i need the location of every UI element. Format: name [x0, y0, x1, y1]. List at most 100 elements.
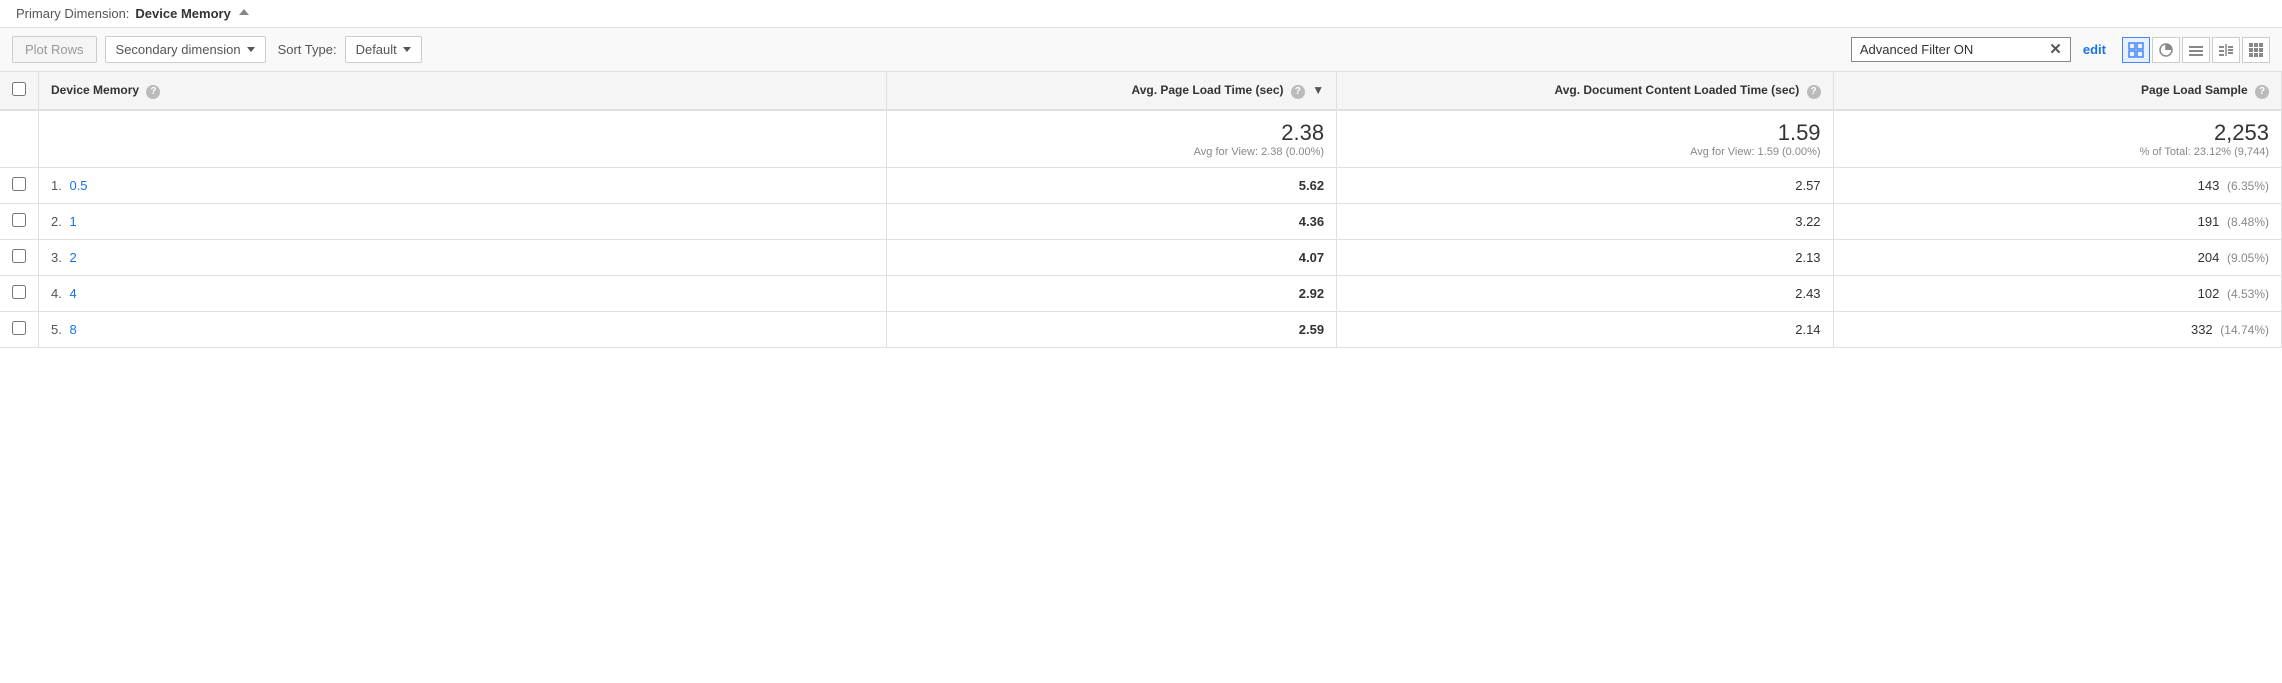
row-checkbox-2[interactable] [12, 249, 26, 263]
row-checkbox-col [0, 276, 39, 312]
summary-dimension-col [39, 110, 887, 168]
table-row: 4. 4 2.92 2.43 102 (4.53%) [0, 276, 2282, 312]
summary-page-load-sample-sub: % of Total: 23.12% (9,744) [1846, 146, 2269, 158]
summary-checkbox-col [0, 110, 39, 168]
row-avg-doc-content: 3.22 [1337, 204, 1833, 240]
row-avg-page-load-value: 5.62 [1299, 178, 1324, 193]
summary-page-load-sample-col: 2,253 % of Total: 23.12% (9,744) [1833, 110, 2281, 168]
primary-dimension-value: Device Memory [135, 6, 230, 21]
row-checkbox-col [0, 312, 39, 348]
row-page-load-sample-pct: (9.05%) [2227, 251, 2269, 265]
sort-type-value: Default [356, 42, 397, 57]
row-avg-doc-content-value: 2.43 [1795, 286, 1820, 301]
row-avg-page-load-value: 4.36 [1299, 214, 1324, 229]
row-dimension-link[interactable]: 2 [69, 250, 76, 265]
advanced-filter-text: Advanced Filter ON [1860, 42, 2043, 57]
row-page-load-sample-pct: (8.48%) [2227, 215, 2269, 229]
row-avg-page-load: 2.92 [886, 276, 1336, 312]
header-avg-doc-content-label: Avg. Document Content Loaded Time (sec) [1555, 83, 1800, 97]
row-checkbox-col [0, 240, 39, 276]
secondary-dimension-label: Secondary dimension [116, 42, 241, 57]
view-pie-button[interactable] [2152, 37, 2180, 63]
row-checkbox-col [0, 168, 39, 204]
table-row: 2. 1 4.36 3.22 191 (8.48%) [0, 204, 2282, 240]
view-icons-group [2122, 37, 2270, 63]
row-avg-doc-content: 2.57 [1337, 168, 1833, 204]
row-avg-doc-content-value: 2.14 [1795, 322, 1820, 337]
row-checkbox-1[interactable] [12, 213, 26, 227]
toolbar: Plot Rows Secondary dimension Sort Type:… [0, 28, 2282, 72]
avg-page-load-help-icon[interactable]: ? [1291, 85, 1305, 99]
row-avg-doc-content: 2.14 [1337, 312, 1833, 348]
row-checkbox-col [0, 204, 39, 240]
header-page-load-sample: Page Load Sample ? [1833, 72, 2281, 110]
view-comparison-button[interactable] [2212, 37, 2240, 63]
sort-chevron-icon [403, 47, 411, 52]
row-dimension-link[interactable]: 8 [69, 322, 76, 337]
filter-clear-button[interactable]: ✕ [2049, 42, 2062, 57]
secondary-dimension-dropdown[interactable]: Secondary dimension [105, 36, 266, 63]
summary-avg-doc-sub: Avg for View: 1.59 (0.00%) [1349, 146, 1820, 158]
select-all-checkbox[interactable] [12, 82, 26, 96]
row-dimension-col: 1. 0.5 [39, 168, 887, 204]
summary-avg-page-load-sub: Avg for View: 2.38 (0.00%) [899, 146, 1324, 158]
row-avg-doc-content-value: 3.22 [1795, 214, 1820, 229]
row-page-load-sample-value: 102 [2198, 286, 2220, 301]
row-avg-page-load-value: 2.59 [1299, 322, 1324, 337]
view-table-button[interactable] [2122, 37, 2150, 63]
row-number: 4. [51, 286, 62, 301]
view-bar-button[interactable] [2182, 37, 2210, 63]
row-avg-page-load: 4.07 [886, 240, 1336, 276]
row-dimension-link[interactable]: 0.5 [69, 178, 87, 193]
avg-doc-content-help-icon[interactable]: ? [1807, 85, 1821, 99]
row-page-load-sample: 191 (8.48%) [1833, 204, 2281, 240]
plot-rows-button[interactable]: Plot Rows [12, 36, 97, 63]
page-load-sample-help-icon[interactable]: ? [2255, 85, 2269, 99]
row-avg-page-load: 4.36 [886, 204, 1336, 240]
row-avg-doc-content-value: 2.13 [1795, 250, 1820, 265]
primary-dimension-label: Primary Dimension: [16, 6, 129, 21]
row-dimension-col: 3. 2 [39, 240, 887, 276]
row-page-load-sample-value: 191 [2198, 214, 2220, 229]
row-number: 5. [51, 322, 62, 337]
row-avg-page-load: 2.59 [886, 312, 1336, 348]
row-dimension-link[interactable]: 4 [69, 286, 76, 301]
row-page-load-sample: 204 (9.05%) [1833, 240, 2281, 276]
table-row: 5. 8 2.59 2.14 332 (14.74%) [0, 312, 2282, 348]
summary-avg-doc-value: 1.59 [1349, 120, 1820, 146]
view-pivot-button[interactable] [2242, 37, 2270, 63]
header-avg-doc-content: Avg. Document Content Loaded Time (sec) … [1337, 72, 1833, 110]
row-number: 2. [51, 214, 62, 229]
row-page-load-sample-pct: (4.53%) [2227, 287, 2269, 301]
summary-avg-page-load-value: 2.38 [899, 120, 1324, 146]
row-checkbox-3[interactable] [12, 285, 26, 299]
summary-avg-doc-content-col: 1.59 Avg for View: 1.59 (0.00%) [1337, 110, 1833, 168]
row-avg-page-load: 5.62 [886, 168, 1336, 204]
summary-avg-page-load-col: 2.38 Avg for View: 2.38 (0.00%) [886, 110, 1336, 168]
row-page-load-sample-pct: (14.74%) [2220, 323, 2269, 337]
table-row: 3. 2 4.07 2.13 204 (9.05%) [0, 240, 2282, 276]
row-avg-doc-content: 2.13 [1337, 240, 1833, 276]
row-checkbox-0[interactable] [12, 177, 26, 191]
row-page-load-sample-value: 204 [2198, 250, 2220, 265]
row-dimension-col: 5. 8 [39, 312, 887, 348]
row-number: 1. [51, 178, 62, 193]
sort-type-label: Sort Type: [278, 42, 337, 57]
sort-arrow-icon: ▼ [1312, 83, 1324, 97]
header-checkbox-col [0, 72, 39, 110]
advanced-filter-box: Advanced Filter ON ✕ [1851, 37, 2071, 62]
row-checkbox-4[interactable] [12, 321, 26, 335]
row-page-load-sample: 102 (4.53%) [1833, 276, 2281, 312]
chevron-down-icon [247, 47, 255, 52]
row-page-load-sample-pct: (6.35%) [2227, 179, 2269, 193]
sort-type-dropdown[interactable]: Default [345, 36, 422, 63]
header-device-memory: Device Memory ? [39, 72, 887, 110]
edit-filter-link[interactable]: edit [2083, 42, 2106, 57]
summary-row: 2.38 Avg for View: 2.38 (0.00%) 1.59 Avg… [0, 110, 2282, 168]
row-dimension-link[interactable]: 1 [69, 214, 76, 229]
table-header-row: Device Memory ? Avg. Page Load Time (sec… [0, 72, 2282, 110]
device-memory-help-icon[interactable]: ? [146, 85, 160, 99]
data-table: Device Memory ? Avg. Page Load Time (sec… [0, 72, 2282, 348]
row-avg-page-load-value: 4.07 [1299, 250, 1324, 265]
row-page-load-sample-value: 143 [2198, 178, 2220, 193]
